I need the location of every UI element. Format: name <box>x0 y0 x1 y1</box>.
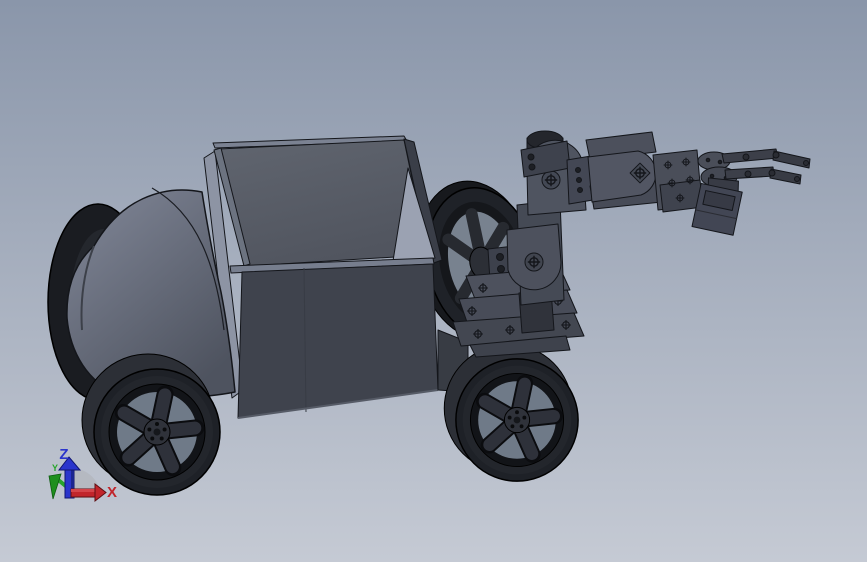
y-axis-label: Y <box>52 463 58 473</box>
z-axis-label: Z <box>59 446 68 463</box>
cargo-box[interactable] <box>212 135 443 274</box>
viewport-canvas: Y Z X <box>0 0 867 562</box>
cad-viewport[interactable]: Y Z X <box>0 0 867 562</box>
x-axis-label: X <box>107 484 117 501</box>
